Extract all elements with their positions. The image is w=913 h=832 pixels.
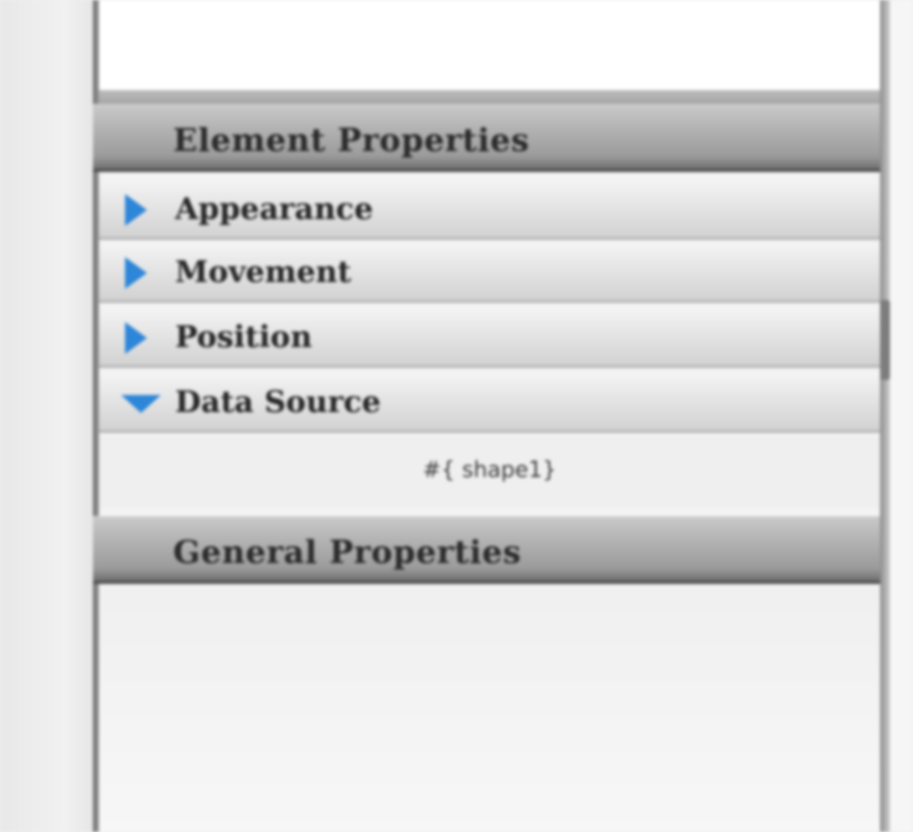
row-movement[interactable]: Movement	[99, 243, 880, 303]
disclosure-right-icon[interactable]	[125, 194, 147, 226]
inspector-window: Element Properties Appearance Movement P…	[0, 0, 913, 832]
left-gutter	[0, 0, 93, 832]
element-properties-title: Element Properties	[173, 121, 530, 159]
data-source-value[interactable]: #{ shape1}	[99, 458, 880, 483]
disclosure-right-icon[interactable]	[125, 322, 147, 354]
general-properties-header[interactable]: General Properties	[93, 516, 886, 584]
data-source-content: #{ shape1}	[99, 436, 880, 508]
row-appearance[interactable]: Appearance	[99, 180, 880, 240]
row-movement-label: Movement	[175, 255, 352, 290]
panel-divider[interactable]	[99, 90, 880, 104]
right-gutter	[890, 0, 913, 832]
scrollbar-thumb[interactable]	[880, 300, 890, 380]
disclosure-right-icon[interactable]	[125, 257, 147, 289]
row-data-source-label: Data Source	[175, 385, 381, 420]
general-properties-content	[99, 588, 880, 832]
row-appearance-label: Appearance	[175, 192, 374, 227]
general-properties-title: General Properties	[173, 533, 522, 571]
properties-panel: Element Properties Appearance Movement P…	[93, 0, 886, 832]
row-position[interactable]: Position	[99, 308, 880, 368]
element-properties-header[interactable]: Element Properties	[93, 104, 886, 172]
scrollbar-track[interactable]	[880, 0, 890, 832]
disclosure-down-icon[interactable]	[121, 395, 161, 413]
row-position-label: Position	[175, 320, 313, 355]
canvas-preview-area	[99, 0, 880, 90]
row-data-source[interactable]: Data Source	[99, 373, 880, 433]
